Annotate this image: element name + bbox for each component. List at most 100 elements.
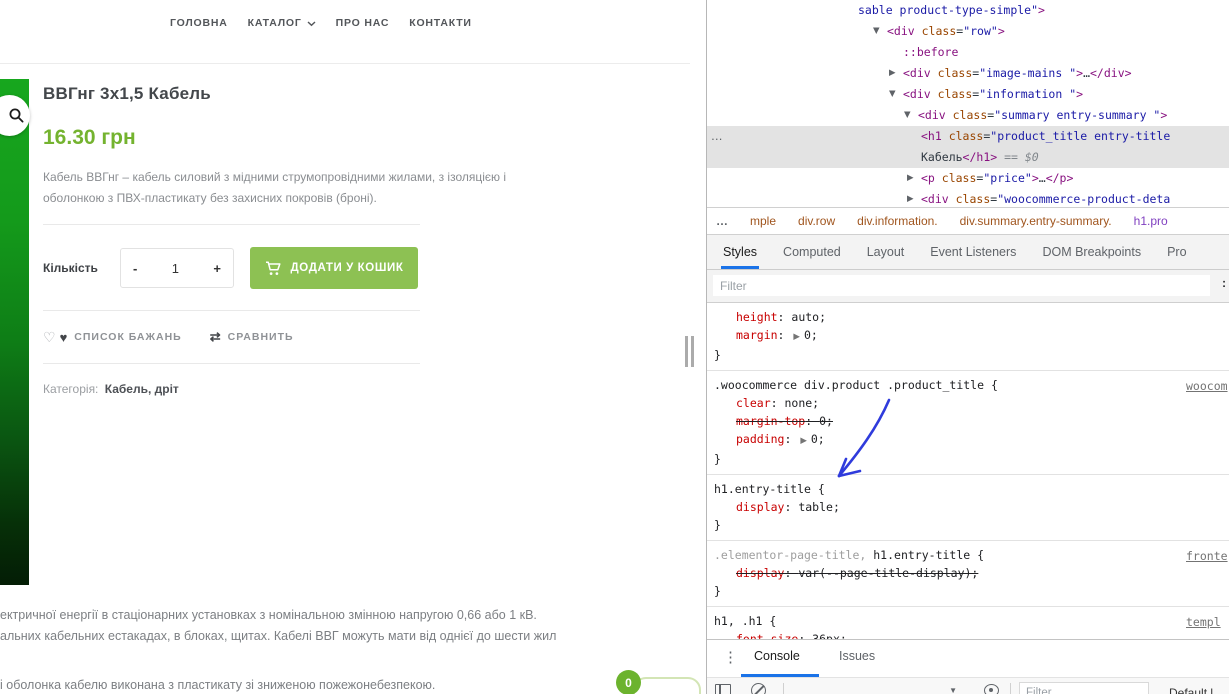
css-declaration[interactable]: margin: ▶ 0; — [707, 326, 1229, 346]
css-selector[interactable]: .elementor-page-title, h1.entry-title { — [707, 546, 1229, 564]
wishlist-link[interactable]: СПИСОК БАЖАНЬ — [74, 331, 181, 343]
quantity-value[interactable]: 1 — [172, 261, 179, 276]
text-line: альних кабельних естакадах, в блоках, щи… — [0, 629, 557, 643]
add-to-cart-button[interactable]: ДОДАТИ У КОШИК — [250, 247, 418, 289]
panel-tab-event-listeners[interactable]: Event Listeners — [930, 235, 1016, 269]
devtools-panel: sable product-type-simple"> ▼ <div class="… — [706, 0, 1229, 694]
description-line: оболонкою з ПВХ-пластикату без захисних … — [43, 191, 377, 205]
quantity-row: Кількість - 1 + ДОДАТИ У КОШИК — [43, 247, 463, 289]
drawer-tab-issues[interactable]: Issues — [839, 649, 875, 663]
dom-tree-line[interactable]: ▼ <div class="row"> — [707, 21, 1229, 42]
breadcrumb-item[interactable]: div.summary.entry-summary. — [960, 214, 1112, 228]
live-expression-eye-icon[interactable] — [984, 684, 999, 694]
product-actions: ♡ ♥ СПИСОК БАЖАНЬ ⇄ СРАВНИТЬ — [43, 329, 463, 345]
quantity-increase-button[interactable]: + — [213, 261, 221, 276]
elements-breadcrumbs: … mple div.row div.information. div.summary… — [707, 207, 1229, 235]
category-links[interactable]: Кабель, дріт — [105, 382, 179, 396]
devtools-resize-handle[interactable] — [685, 336, 694, 367]
css-declaration[interactable]: display: table; — [707, 498, 1229, 516]
panel-tab-styles[interactable]: Styles — [720, 235, 760, 269]
breadcrumb-item[interactable]: h1.pro — [1134, 214, 1168, 228]
breadcrumb-item[interactable]: div.row — [798, 214, 835, 228]
panel-tab-layout[interactable]: Layout — [867, 235, 905, 269]
breadcrumb-item[interactable]: div.information. — [857, 214, 937, 228]
css-declaration[interactable]: clear: none; — [707, 394, 1229, 412]
css-declaration[interactable]: padding: ▶ 0; — [707, 430, 1229, 450]
log-levels-dropdown[interactable]: Default l — [1169, 686, 1213, 694]
webpage: ГОЛОВНА КАТАЛОГ ПРО НАС КОНТАКТИ ВВГнг 3х1,… — [0, 0, 706, 694]
dom-tree-line[interactable]: Кабель</h1> == $0 — [707, 147, 1229, 168]
heart-filled-icon: ♥ — [59, 329, 68, 345]
dom-tree-line[interactable]: ▶ <div class="image-mains ">…</div> — [707, 63, 1229, 84]
text-line: ектричної енергії в стаціонарних установ… — [0, 608, 537, 622]
console-sidebar-icon[interactable] — [715, 684, 731, 694]
nav-item-label: КОНТАКТИ — [409, 17, 472, 29]
nav-item[interactable]: ПРО НАС — [336, 17, 390, 29]
nav-item[interactable]: КОНТАКТИ — [409, 17, 472, 29]
divider — [43, 310, 420, 311]
cart-widget[interactable] — [633, 677, 701, 694]
expand-arrow-icon[interactable]: ▼ — [889, 84, 896, 105]
css-rule: h1.entry-title {display: table;} — [707, 475, 1229, 541]
dom-tree-line[interactable]: … <h1 class="product_title entry-title — [707, 126, 1229, 147]
panel-tab-computed[interactable]: Computed — [783, 235, 841, 269]
dom-tree-line[interactable]: ▶ <div class="woocommerce-product-deta — [707, 189, 1229, 207]
compare-link[interactable]: СРАВНИТЬ — [228, 331, 294, 343]
css-rules: height: auto; margin: ▶ 0;} .woocommerce di… — [707, 303, 1229, 639]
nav-item[interactable]: КАТАЛОГ — [248, 17, 316, 29]
css-close-brace: } — [714, 452, 721, 466]
panel-tab-dom-breakpoints[interactable]: DOM Breakpoints — [1042, 235, 1141, 269]
main-nav: ГОЛОВНА КАТАЛОГ ПРО НАС КОНТАКТИ — [170, 17, 472, 29]
divider — [43, 224, 420, 225]
css-rule: h1, .h1 {templ font-size: 36px; — [707, 607, 1229, 639]
dom-tree-line[interactable]: ▼ <div class="summary entry-summary "> — [707, 105, 1229, 126]
product-summary: ВВГнг 3х1,5 Кабель 16.30 грн Кабель ВВГн… — [43, 78, 507, 396]
devtools-panel-tabs: Styles Computed Layout Event Listeners DOM B… — [707, 235, 1229, 270]
console-filter-input[interactable] — [1019, 682, 1149, 694]
css-selector[interactable]: h1, .h1 { — [707, 612, 1229, 630]
styles-filter-input[interactable] — [713, 275, 1210, 296]
toolbar-divider — [783, 683, 784, 694]
expand-arrow-icon[interactable]: ▼ — [904, 105, 911, 126]
pseudo-state-toggle[interactable]: : — [1222, 278, 1226, 290]
more-actions-icon[interactable]: … — [711, 126, 724, 147]
panel-tab-pro[interactable]: Pro — [1167, 235, 1186, 269]
quantity-stepper[interactable]: - 1 + — [120, 248, 234, 288]
expand-arrow-icon[interactable]: ▶ — [889, 63, 896, 84]
css-declaration[interactable]: display: var(--page-title-display); — [707, 564, 1229, 582]
product-price: 16.30 грн — [43, 126, 136, 149]
kebab-menu-icon[interactable]: ⋮ — [723, 648, 738, 666]
heart-outline-icon: ♡ — [43, 328, 56, 345]
dom-tree-line[interactable]: ▶ <p class="price">…</p> — [707, 168, 1229, 189]
breadcrumb-overflow-icon[interactable]: … — [716, 214, 728, 228]
cart-icon — [265, 260, 282, 276]
product-title: ВВГнг 3х1,5 Кабель — [43, 84, 211, 103]
breadcrumb-item[interactable]: mple — [750, 214, 776, 228]
expand-arrow-icon[interactable]: ▶ — [907, 189, 914, 207]
quantity-decrease-button[interactable]: - — [133, 261, 137, 276]
text-line: і оболонка кабелю виконана з пластикату … — [0, 678, 436, 692]
css-selector[interactable]: h1.entry-title { — [707, 480, 1229, 498]
expand-arrow-icon[interactable]: ▼ — [873, 21, 880, 42]
drawer-tab-console[interactable]: Console — [754, 649, 800, 663]
cart-count-badge[interactable]: 0 — [616, 670, 641, 694]
stylesheet-link[interactable]: templ — [1186, 613, 1221, 631]
stylesheet-link[interactable]: woocom — [1186, 377, 1228, 395]
expand-arrow-icon[interactable]: ▶ — [907, 168, 914, 189]
css-selector[interactable]: .woocommerce div.product .product_title … — [707, 376, 1229, 394]
dom-tree-line[interactable]: sable product-type-simple"> — [707, 0, 1229, 21]
dom-tree-line[interactable]: ▼ <div class="information "> — [707, 84, 1229, 105]
css-declaration[interactable]: height: auto; — [707, 308, 1229, 326]
description-line: Кабель ВВГнг – кабель силовий з мідними … — [43, 170, 507, 184]
css-declaration[interactable]: font-size: 36px; — [707, 630, 1229, 639]
css-rule: .elementor-page-title, h1.entry-title {f… — [707, 541, 1229, 607]
css-declaration[interactable]: margin-top: 0; — [707, 412, 1229, 430]
divider — [43, 363, 420, 364]
styles-pane: height: auto; margin: ▶ 0;} .woocommerce di… — [707, 303, 1229, 639]
product-description: Кабель ВВГнг – кабель силовий з мідними … — [43, 167, 507, 209]
nav-item[interactable]: ГОЛОВНА — [170, 17, 228, 29]
category-row: Категорія: Кабель, дріт — [43, 382, 463, 396]
clear-console-icon[interactable] — [751, 683, 766, 694]
dom-tree-line[interactable]: ::before — [707, 42, 1229, 63]
stylesheet-link[interactable]: fronte — [1186, 547, 1228, 565]
